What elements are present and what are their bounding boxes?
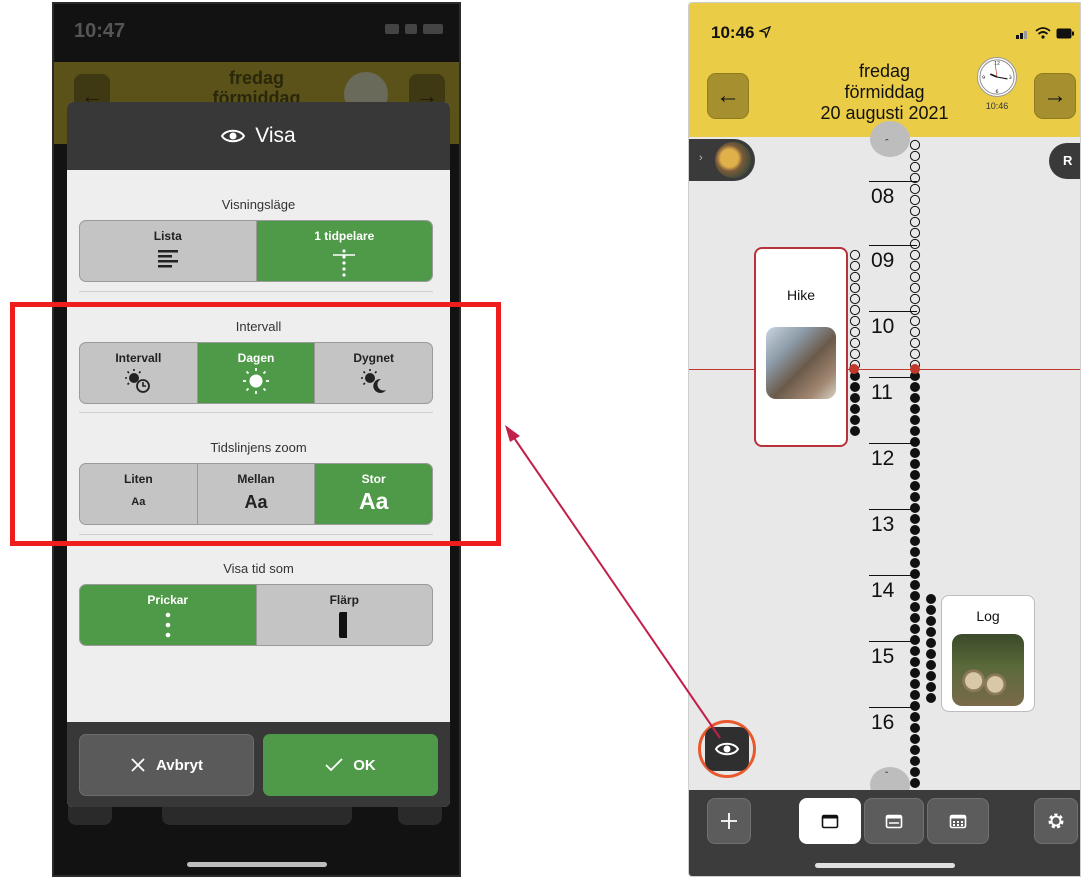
annotation-arrow	[505, 425, 721, 739]
